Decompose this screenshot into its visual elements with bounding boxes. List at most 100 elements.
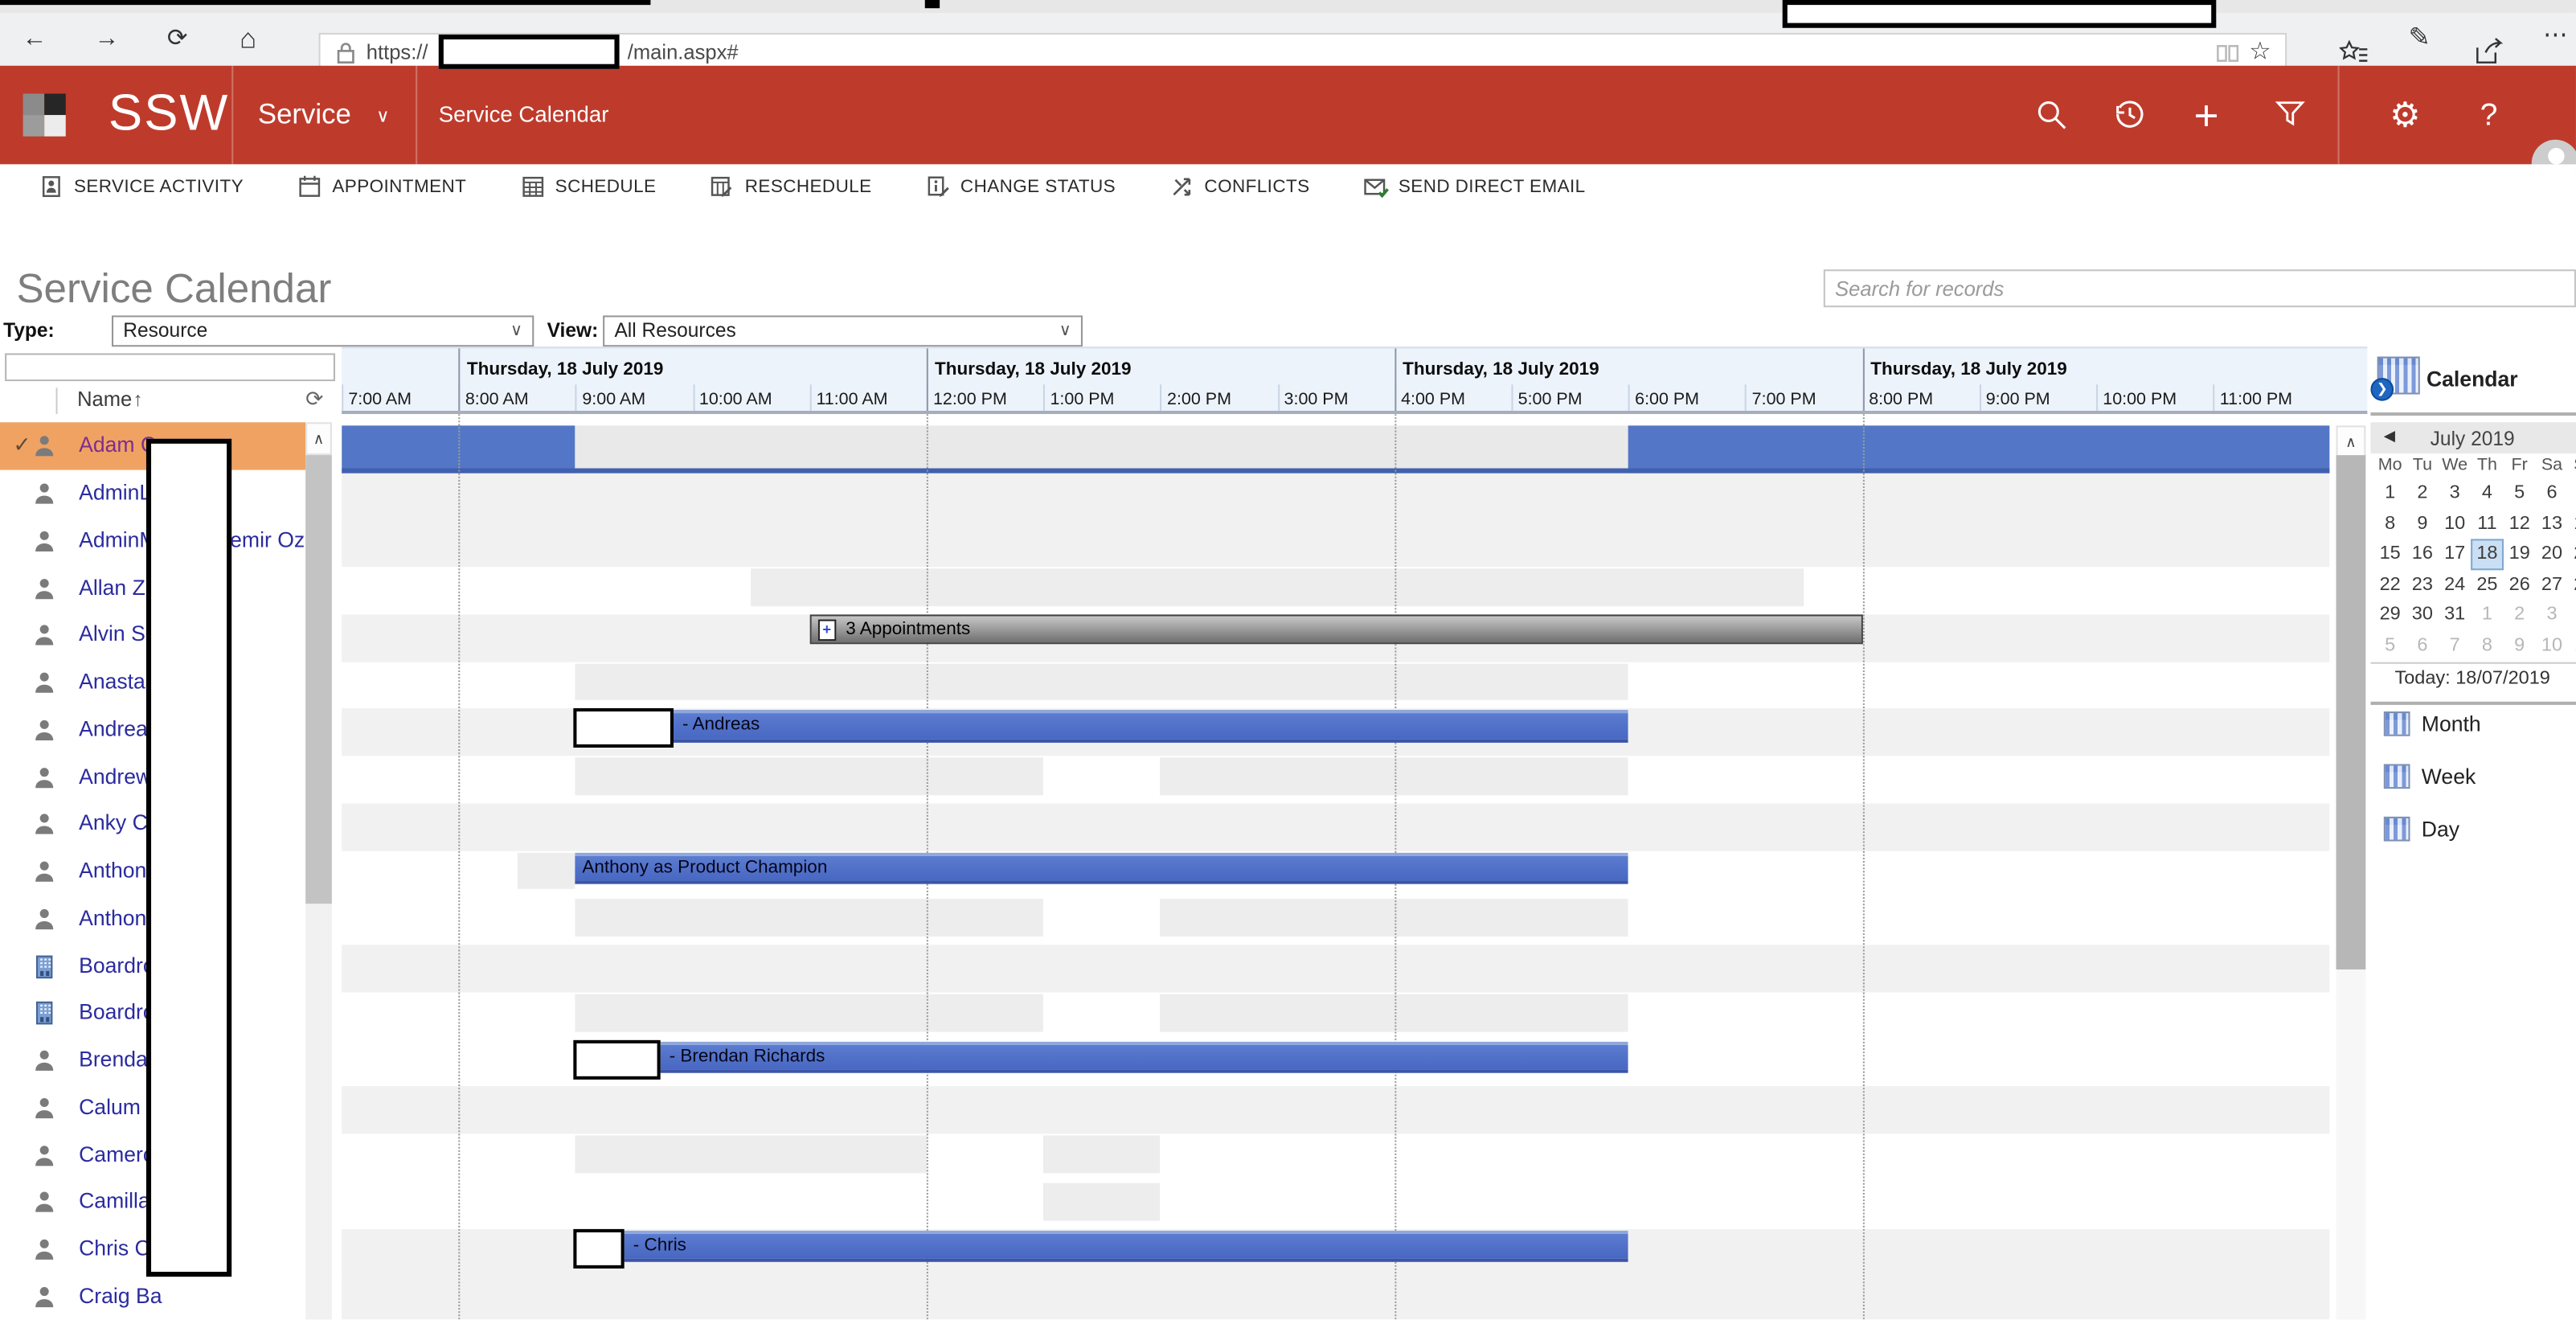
- mini-calendar-day[interactable]: 2: [2504, 601, 2536, 631]
- calendar-row-alvin-she-4[interactable]: +3 Appointments: [342, 614, 2330, 662]
- resource-name[interactable]: Andrew: [79, 764, 151, 789]
- mini-calendar-day[interactable]: 6: [2406, 631, 2439, 662]
- calendar-row-brendan-13[interactable]: - Brendan Richards: [342, 1039, 2330, 1087]
- recent-history-icon[interactable]: [2111, 97, 2148, 133]
- resource-name[interactable]: Craig Ba: [79, 1283, 162, 1308]
- mini-calendar-day[interactable]: 20: [2536, 539, 2568, 570]
- mini-calendar-day[interactable]: 5: [2504, 478, 2536, 509]
- mini-calendar-day[interactable]: 10: [2536, 631, 2568, 662]
- help-icon[interactable]: ?: [2471, 97, 2507, 133]
- view-month[interactable]: Month: [2370, 710, 2576, 749]
- search-input[interactable]: [1824, 269, 2576, 307]
- cmd-conflicts[interactable]: CONFLICTS: [1169, 174, 1309, 199]
- mini-calendar-day[interactable]: 11: [2471, 509, 2503, 539]
- module-chevron-down-icon[interactable]: ∨: [376, 66, 389, 165]
- back-icon[interactable]: ←: [16, 13, 52, 65]
- mini-calendar-day[interactable]: 9: [2406, 509, 2439, 539]
- mini-calendar-day[interactable]: 28: [2568, 570, 2576, 601]
- mini-calendar-day[interactable]: 19: [2504, 539, 2536, 570]
- mini-calendar-day[interactable]: 3: [2536, 601, 2568, 631]
- mini-calendar-day[interactable]: 2: [2406, 478, 2439, 509]
- mini-calendar-day[interactable]: 7: [2568, 478, 2576, 509]
- mini-calendar-day[interactable]: 14: [2568, 509, 2576, 539]
- name-column-header[interactable]: Name: [77, 387, 132, 411]
- resource-list-scrollbar[interactable]: ∧: [305, 422, 332, 1319]
- filter-funnel-icon[interactable]: [2272, 97, 2308, 133]
- mini-calendar-day[interactable]: 27: [2536, 570, 2568, 601]
- mini-calendar-day[interactable]: 4: [2568, 601, 2576, 631]
- calendar-row-boardroo-12[interactable]: [342, 992, 2330, 1039]
- create-plus-icon[interactable]: +: [2189, 97, 2225, 133]
- calendar-row-adam-co-0[interactable]: [342, 425, 2330, 473]
- calendar-row-calum-si-14[interactable]: [342, 1087, 2330, 1134]
- scrollbar-thumb[interactable]: [305, 455, 332, 904]
- mini-calendar-day[interactable]: 13: [2536, 509, 2568, 539]
- appointment-bar[interactable]: Anthony as Product Champion: [575, 852, 1628, 884]
- search-icon[interactable]: [2032, 97, 2068, 133]
- scroll-up-icon[interactable]: ∧: [305, 422, 332, 455]
- mini-calendar-day[interactable]: 17: [2439, 539, 2471, 570]
- breadcrumb-page[interactable]: Service Calendar: [439, 66, 609, 165]
- type-select[interactable]: Resource ∨: [112, 314, 534, 346]
- view-select[interactable]: All Resources ∨: [603, 314, 1083, 346]
- calendar-row-chris-cle-17[interactable]: - Chris: [342, 1228, 2330, 1276]
- forward-icon[interactable]: →: [88, 13, 125, 65]
- settings-gear-icon[interactable]: ⚙: [2387, 97, 2423, 133]
- mini-calendar-day[interactable]: 25: [2471, 570, 2503, 601]
- mini-calendar-day[interactable]: 4: [2471, 478, 2503, 509]
- mini-calendar-day[interactable]: 31: [2439, 601, 2471, 631]
- module-menu[interactable]: Service: [258, 66, 351, 165]
- view-week[interactable]: Week: [2370, 762, 2576, 801]
- mini-calendar-day[interactable]: 8: [2471, 631, 2503, 662]
- mini-calendar-day[interactable]: 29: [2374, 601, 2406, 631]
- calendar-row-adminm-2[interactable]: [342, 520, 2330, 568]
- annotate-pen-icon[interactable]: ✎: [2408, 22, 2430, 55]
- calendar-row-andreas-6[interactable]: - Andreas: [342, 709, 2330, 756]
- calendar-row-cameron-15[interactable]: [342, 1134, 2330, 1182]
- calendar-row-boardroo-11[interactable]: [342, 945, 2330, 993]
- cmd-reschedule[interactable]: RESCHEDULE: [711, 174, 872, 199]
- mini-calendar-day[interactable]: 22: [2374, 570, 2406, 601]
- resource-filter-box[interactable]: [5, 353, 335, 381]
- mini-calendar-day[interactable]: 26: [2504, 570, 2536, 601]
- appointment-bar[interactable]: - Chris: [575, 1230, 1628, 1262]
- cmd-send-direct-email[interactable]: SEND DIRECT EMAIL: [1364, 174, 1586, 199]
- mini-calendar-day[interactable]: 16: [2406, 539, 2439, 570]
- calendar-row-allan-zh-3[interactable]: [342, 568, 2330, 615]
- mini-calendar-day[interactable]: 3: [2439, 478, 2471, 509]
- mini-calendar-day[interactable]: 9: [2504, 631, 2536, 662]
- calendar-row-andrew-7[interactable]: [342, 756, 2330, 804]
- mini-calendar-day[interactable]: 21: [2568, 539, 2576, 570]
- home-icon[interactable]: ⌂: [230, 13, 266, 65]
- more-options-icon[interactable]: ⋯: [2543, 20, 2568, 50]
- appointment-bar[interactable]: - Brendan Richards: [575, 1041, 1628, 1073]
- ssw-logo-text[interactable]: SSW: [109, 66, 229, 165]
- mini-calendar-day[interactable]: 5: [2374, 631, 2406, 662]
- refresh-list-icon[interactable]: ⟳: [305, 386, 323, 412]
- mini-calendar-day[interactable]: 15: [2374, 539, 2406, 570]
- calendar-row-anastasia-5[interactable]: [342, 662, 2330, 709]
- calendar-row-anthony-10[interactable]: [342, 898, 2330, 945]
- calendar-scrollbar[interactable]: ∧: [2336, 425, 2366, 1319]
- cmd-change-status[interactable]: CHANGE STATUS: [926, 174, 1116, 199]
- mini-calendar-day[interactable]: 11: [2568, 631, 2576, 662]
- calendar-row-anky-che-8[interactable]: [342, 803, 2330, 851]
- list-item-craig-ba-18[interactable]: Craig Ba: [0, 1273, 305, 1320]
- calendar-body[interactable]: +3 Appointments - Andreas Anthony as Produ…: [342, 414, 2367, 1319]
- today-label[interactable]: Today: 18/07/2019: [2370, 669, 2574, 689]
- cmd-service-activity[interactable]: SERVICE ACTIVITY: [39, 174, 244, 199]
- mini-calendar-day[interactable]: 1: [2374, 478, 2406, 509]
- calendar-row-adminlu-1[interactable]: [342, 473, 2330, 520]
- mini-calendar-day[interactable]: 1: [2471, 601, 2503, 631]
- scrollbar-thumb[interactable]: [2336, 455, 2366, 970]
- appointment-group-bar[interactable]: +3 Appointments: [809, 614, 1862, 645]
- mini-calendar-day[interactable]: 10: [2439, 509, 2471, 539]
- appointment-bar[interactable]: - Andreas: [575, 711, 1628, 743]
- mini-calendar-day[interactable]: 23: [2406, 570, 2439, 601]
- cmd-schedule[interactable]: SCHEDULE: [521, 174, 657, 199]
- favorite-star-icon[interactable]: ☆: [2249, 35, 2271, 65]
- scroll-up-icon[interactable]: ∧: [2336, 425, 2366, 458]
- view-day[interactable]: Day: [2370, 815, 2576, 855]
- resource-list-header[interactable]: Name ↑ ⟳: [0, 381, 335, 422]
- mini-calendar-day[interactable]: 30: [2406, 601, 2439, 631]
